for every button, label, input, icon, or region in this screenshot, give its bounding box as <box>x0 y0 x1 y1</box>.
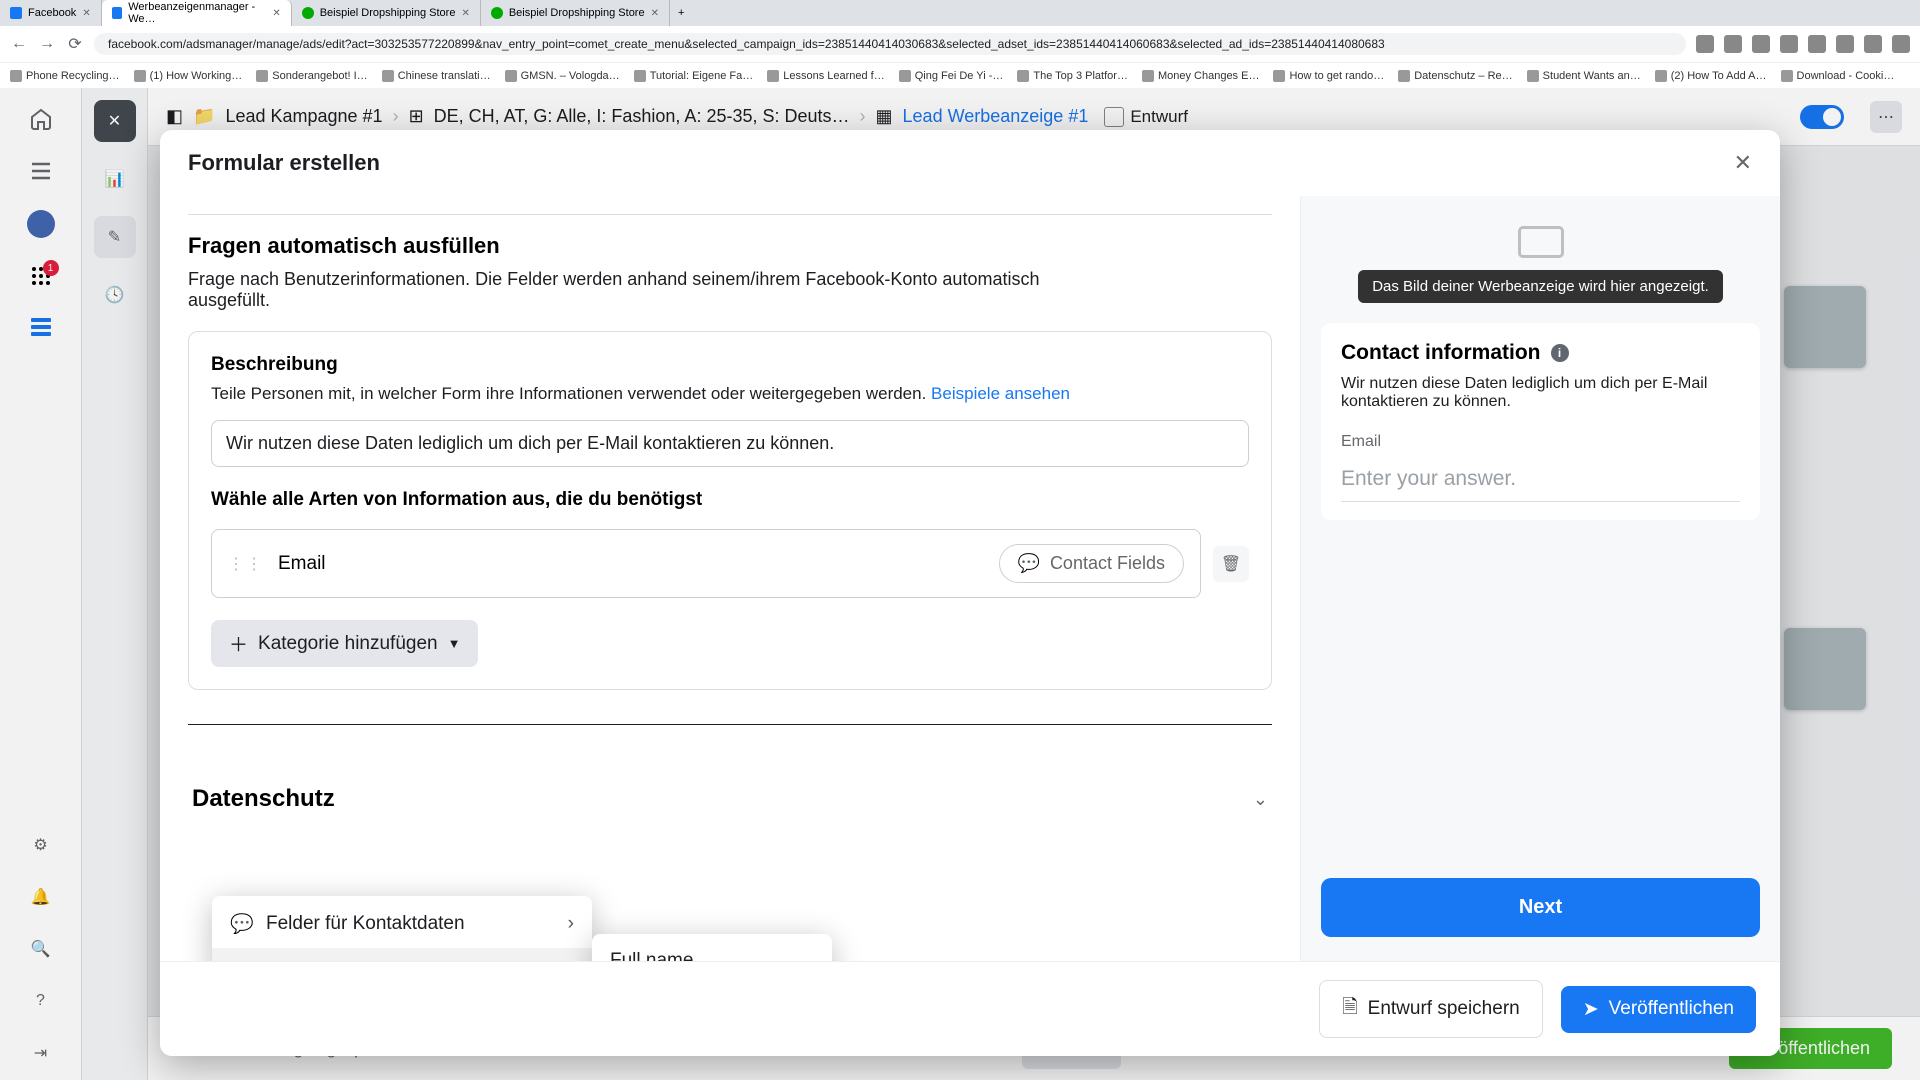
modal-title: Formular erstellen <box>188 150 380 176</box>
bookmark[interactable]: Student Wants an… <box>1527 70 1641 82</box>
back-icon[interactable]: ← <box>10 35 28 53</box>
form-preview-column: Das Bild deiner Werbeanzeige wird hier a… <box>1300 196 1780 961</box>
close-icon[interactable]: ✕ <box>82 8 90 19</box>
user-icon: 👤 <box>230 960 252 961</box>
browser-chrome: Facebook ✕ Werbeanzeigenmanager - We… ✕ Be… <box>0 0 1920 88</box>
field-row: ⋮⋮ Email 💬Contact Fields 🗑 <box>211 529 1249 598</box>
menu-item-contact-fields[interactable]: 💬Felder für Kontaktdaten› <box>212 900 592 948</box>
bookmarks-bar: Phone Recycling… (1) How Working… Sonder… <box>0 62 1920 88</box>
tab-label: Facebook <box>28 7 76 19</box>
bookmark[interactable]: (2) How To Add A… <box>1655 70 1767 82</box>
category-menu: 💬Felder für Kontaktdaten› 👤Nutzerinforma… <box>212 896 592 961</box>
preview-card: Contact informationi Wir nutzen diese Da… <box>1321 323 1760 520</box>
save-draft-button[interactable]: 🗎Entwurf speichern <box>1319 980 1542 1038</box>
tab-label: Beispiel Dropshipping Store <box>509 7 645 19</box>
extension-icon[interactable] <box>1864 35 1882 53</box>
bookmark[interactable]: Phone Recycling… <box>10 70 120 82</box>
bookmark[interactable]: Lessons Learned f… <box>767 70 885 82</box>
extension-icons <box>1696 35 1910 53</box>
preview-next-button[interactable]: Next <box>1321 878 1760 937</box>
contact-fields-pill[interactable]: 💬Contact Fields <box>999 544 1184 583</box>
preview-image-tip: Das Bild deiner Werbeanzeige wird hier a… <box>1358 270 1723 303</box>
preview-field-label: Email <box>1341 433 1740 451</box>
bookmark[interactable]: Tutorial: Eigene Fa… <box>634 70 754 82</box>
close-icon[interactable]: ✕ <box>651 8 659 19</box>
close-icon[interactable]: ✕ <box>461 8 469 19</box>
create-form-modal: Formular erstellen ✕ Fragen automatisch … <box>160 130 1780 1056</box>
bookmark[interactable]: Money Changes E… <box>1142 70 1260 82</box>
preview-card-desc: Wir nutzen diese Daten lediglich um dich… <box>1341 375 1740 411</box>
save-icon: 🗎 <box>1342 993 1357 1025</box>
tab-store2[interactable]: Beispiel Dropshipping Store ✕ <box>481 0 670 26</box>
tab-label: Beispiel Dropshipping Store <box>320 7 456 19</box>
modal-header: Formular erstellen ✕ <box>160 130 1780 196</box>
address-bar-row: ← → ⟳ facebook.com/adsmanager/manage/ads… <box>0 26 1920 62</box>
close-icon[interactable]: ✕ <box>1734 150 1752 176</box>
bookmark[interactable]: Sonderangebot! I… <box>256 70 367 82</box>
user-info-submenu: Full name First name Last name <box>592 934 832 961</box>
tab-store1[interactable]: Beispiel Dropshipping Store ✕ <box>292 0 481 26</box>
bookmark[interactable]: (1) How Working… <box>134 70 243 82</box>
extension-icon[interactable] <box>1752 35 1770 53</box>
extension-icon[interactable] <box>1724 35 1742 53</box>
bookmark[interactable]: Chinese translati… <box>382 70 491 82</box>
bookmark[interactable]: GMSN. – Vologda… <box>505 70 620 82</box>
submenu-full-name[interactable]: Full name <box>592 938 832 961</box>
bookmark[interactable]: How to get rando… <box>1273 70 1384 82</box>
modal-footer: 🗎Entwurf speichern ➤Veröffentlichen <box>160 961 1780 1056</box>
description-card: Beschreibung Teile Personen mit, in welc… <box>188 331 1272 690</box>
preview-field-input: Enter your answer. <box>1341 459 1740 502</box>
tab-facebook[interactable]: Facebook ✕ <box>0 0 102 26</box>
close-icon[interactable]: ✕ <box>272 8 280 19</box>
forward-icon[interactable]: → <box>38 35 56 53</box>
description-label: Beschreibung <box>211 354 1249 376</box>
menu-item-user-info[interactable]: 👤Nutzerinformationen› <box>212 948 592 961</box>
trash-icon[interactable]: 🗑 <box>1213 546 1249 582</box>
chevron-right-icon: › <box>568 913 574 935</box>
extension-icon[interactable] <box>1696 35 1714 53</box>
bookmark[interactable]: Datenschutz – Re… <box>1398 70 1512 82</box>
description-input[interactable] <box>211 420 1249 467</box>
tab-strip: Facebook ✕ Werbeanzeigenmanager - We… ✕ Be… <box>0 0 1920 26</box>
extension-icon[interactable] <box>1808 35 1826 53</box>
send-icon: ➤ <box>1583 998 1599 1021</box>
pick-info-label: Wähle alle Arten von Information aus, di… <box>211 489 1249 511</box>
next-section-title: Datenschutz <box>192 785 335 813</box>
field-name: Email <box>278 553 326 575</box>
address-bar[interactable]: facebook.com/adsmanager/manage/ads/edit?… <box>94 33 1686 55</box>
add-category-button[interactable]: ＋ Kategorie hinzufügen ▼ <box>211 620 478 667</box>
field-chip-email[interactable]: ⋮⋮ Email 💬Contact Fields <box>211 529 1201 598</box>
chat-icon: 💬 <box>1018 553 1040 574</box>
publish-form-button[interactable]: ➤Veröffentlichen <box>1561 986 1756 1033</box>
extension-icon[interactable] <box>1892 35 1910 53</box>
image-icon <box>1518 226 1564 258</box>
tab-label: Werbeanzeigenmanager - We… <box>128 1 266 25</box>
bookmark[interactable]: The Top 3 Platfor… <box>1017 70 1128 82</box>
section-description: Frage nach Benutzerinformationen. Die Fe… <box>188 269 1048 311</box>
examples-link[interactable]: Beispiele ansehen <box>931 384 1070 403</box>
info-icon[interactable]: i <box>1551 344 1569 362</box>
extension-icon[interactable] <box>1780 35 1798 53</box>
description-hint: Teile Personen mit, in welcher Form ihre… <box>211 384 1249 404</box>
preview-card-title: Contact informationi <box>1341 341 1740 365</box>
datenschutz-section-header[interactable]: Datenschutz ⌄ <box>188 777 1272 821</box>
chat-icon: 💬 <box>230 912 252 936</box>
form-editor-column: Fragen automatisch ausfüllen Frage nach … <box>160 196 1300 961</box>
bookmark[interactable]: Qing Fei De Yi -… <box>899 70 1004 82</box>
tab-adsmanager[interactable]: Werbeanzeigenmanager - We… ✕ <box>102 0 292 26</box>
preview-image-placeholder <box>1321 214 1760 258</box>
chevron-down-icon[interactable]: ⌄ <box>1253 789 1268 810</box>
bookmark[interactable]: Download - Cooki… <box>1781 70 1895 82</box>
section-title: Fragen automatisch ausfüllen <box>188 233 1272 259</box>
extension-icon[interactable] <box>1836 35 1854 53</box>
reload-icon[interactable]: ⟳ <box>66 35 84 53</box>
chevron-down-icon: ▼ <box>448 636 461 651</box>
drag-handle-icon[interactable]: ⋮⋮ <box>228 554 264 574</box>
new-tab-button[interactable]: + <box>670 7 692 19</box>
plus-icon: ＋ <box>229 630 248 657</box>
